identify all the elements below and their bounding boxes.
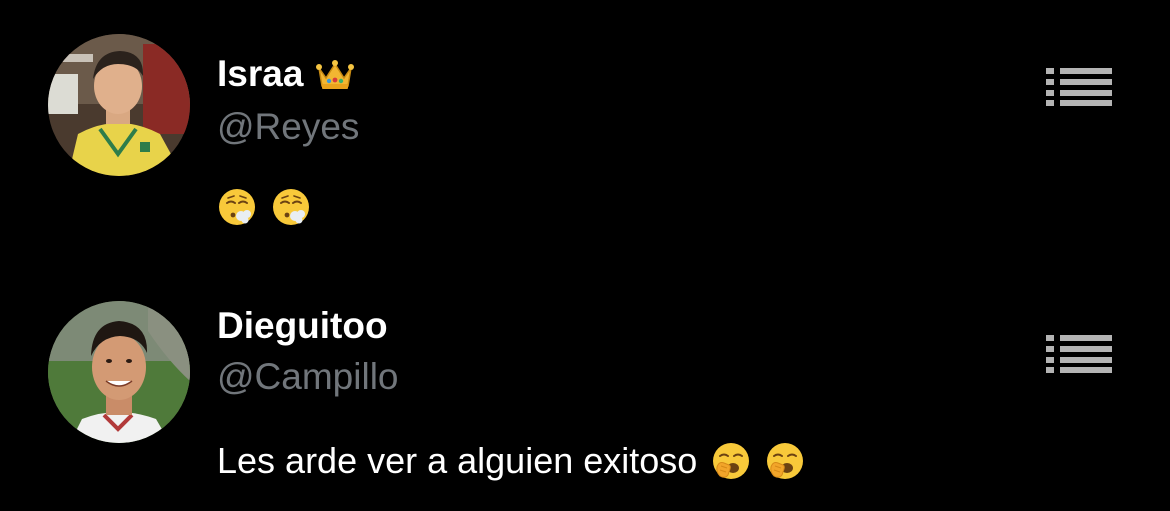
face-yawning-icon (765, 441, 805, 481)
crown-icon (315, 56, 355, 92)
display-name[interactable]: Israa (217, 52, 355, 96)
display-name[interactable]: Dieguitoo (217, 304, 388, 348)
comment-body (217, 187, 311, 227)
avatar-photo (48, 301, 190, 443)
avatar[interactable] (48, 301, 190, 443)
comment-item: Dieguitoo @Campillo Les arde ver a algui… (0, 260, 1170, 511)
comment-item: Israa @Reyes (0, 0, 1170, 250)
avatar[interactable] (48, 34, 190, 176)
face-exhaling-icon (271, 187, 311, 227)
face-yawning-icon (711, 441, 751, 481)
comment-feed: Israa @Reyes Dieguitoo @Campillo Les ard… (0, 0, 1170, 511)
comment-body: Les arde ver a alguien exitoso (217, 439, 805, 483)
display-name-text[interactable]: Dieguitoo (217, 304, 388, 348)
display-name-text[interactable]: Israa (217, 52, 303, 96)
user-handle[interactable]: @Campillo (217, 355, 399, 399)
user-handle[interactable]: @Reyes (217, 105, 359, 149)
face-exhaling-icon (217, 187, 257, 227)
list-icon[interactable] (1046, 334, 1112, 374)
comment-text: Les arde ver a alguien exitoso (217, 440, 698, 481)
list-icon[interactable] (1046, 67, 1112, 107)
avatar-photo (48, 34, 190, 176)
